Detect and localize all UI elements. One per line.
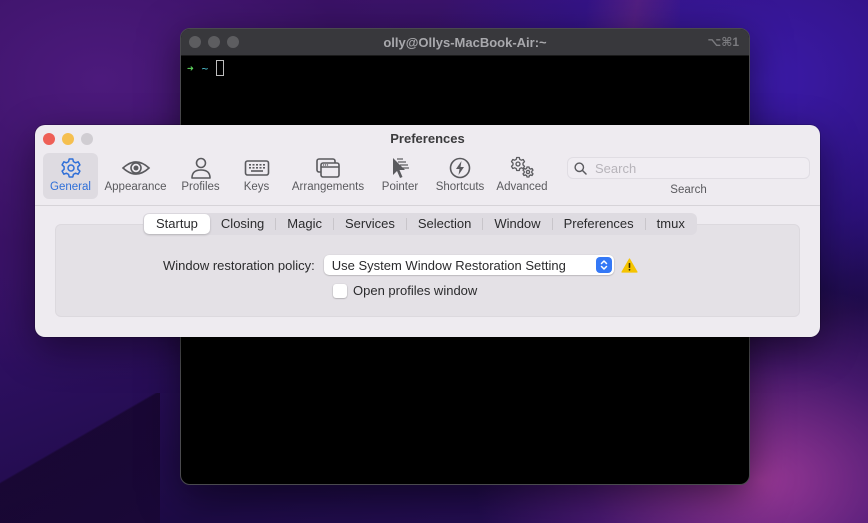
window-title: Preferences — [390, 131, 465, 146]
person-icon — [190, 157, 211, 179]
tab-closing[interactable]: Closing — [210, 214, 275, 234]
terminal-shortcut: ⌥⌘1 — [707, 35, 739, 49]
prompt-arrow-icon: ➜ — [187, 61, 194, 75]
toolbar-label-shortcuts: Shortcuts — [435, 181, 485, 193]
wallpaper-shape — [0, 393, 160, 523]
terminal-titlebar[interactable]: olly@Ollys-MacBook-Air:~ ⌥⌘1 — [181, 29, 749, 56]
tab-preferences[interactable]: Preferences — [553, 214, 645, 234]
tab-services[interactable]: Services — [334, 214, 406, 234]
toolbar-divider — [35, 205, 820, 206]
restoration-policy-select[interactable]: Use System Window Restoration Setting — [323, 255, 614, 275]
bolt-icon — [449, 157, 471, 179]
toolbar-item-advanced[interactable]: Advanced — [491, 153, 553, 199]
toolbar-item-profiles[interactable]: Profiles — [173, 153, 228, 199]
toolbar-label-pointer: Pointer — [381, 181, 419, 193]
toolbar-label-profiles: Profiles — [181, 181, 220, 193]
toolbar-item-appearance[interactable]: Appearance — [98, 153, 173, 199]
warning-icon[interactable] — [621, 257, 638, 273]
search-label: Search — [670, 184, 707, 196]
toolbar-label-advanced: Advanced — [496, 181, 548, 193]
pointer-icon — [393, 158, 409, 178]
eye-icon — [121, 161, 150, 175]
tab-startup[interactable]: Startup — [144, 214, 210, 234]
toolbar-item-keys[interactable]: Keys — [228, 153, 285, 199]
search-field-group: Search — [567, 157, 810, 196]
terminal-cursor — [216, 60, 225, 76]
windows-icon — [316, 158, 340, 178]
terminal-content[interactable]: ➜ ~ — [181, 56, 749, 80]
toolbar-item-shortcuts[interactable]: Shortcuts — [429, 153, 491, 199]
open-profiles-label[interactable]: Open profiles window — [353, 283, 477, 298]
select-stepper-icon — [595, 257, 612, 273]
gear-icon — [60, 158, 81, 178]
restoration-policy-label: Window restoration policy: — [163, 257, 315, 273]
restoration-policy-row: Window restoration policy: Use System Wi… — [163, 255, 638, 275]
tab-magic[interactable]: Magic — [276, 214, 333, 234]
search-icon — [574, 161, 587, 175]
toolbar-label-general: General — [50, 181, 91, 193]
toolbar-item-general[interactable]: General — [43, 153, 98, 199]
keyboard-icon — [244, 160, 269, 176]
toolbar-label-appearance: Appearance — [104, 181, 167, 193]
toolbar-item-pointer[interactable]: Pointer — [371, 153, 429, 199]
open-profiles-row: Open profiles window — [333, 283, 477, 298]
tab-bar: Startup Closing Magic Services Selection… — [143, 213, 697, 235]
preferences-window[interactable]: Preferences General Appearance Profiles … — [35, 125, 820, 337]
open-profiles-checkbox[interactable] — [333, 283, 347, 298]
tab-tmux[interactable]: tmux — [646, 214, 696, 234]
tab-selection[interactable]: Selection — [407, 214, 482, 234]
toolbar-item-arrangements[interactable]: Arrangements — [285, 153, 371, 199]
search-input[interactable] — [595, 160, 795, 176]
prompt-directory: ~ — [201, 61, 209, 75]
tab-window[interactable]: Window — [483, 214, 551, 234]
toolbar-label-keys: Keys — [243, 181, 270, 193]
search-box[interactable] — [567, 157, 810, 179]
terminal-title: olly@Ollys-MacBook-Air:~ — [383, 34, 547, 50]
restoration-policy-value: Use System Window Restoration Setting — [331, 257, 566, 273]
gears-icon — [510, 156, 534, 178]
preferences-toolbar: General Appearance Profiles Keys Arrange… — [43, 153, 553, 199]
toolbar-label-arrangements: Arrangements — [291, 181, 365, 193]
